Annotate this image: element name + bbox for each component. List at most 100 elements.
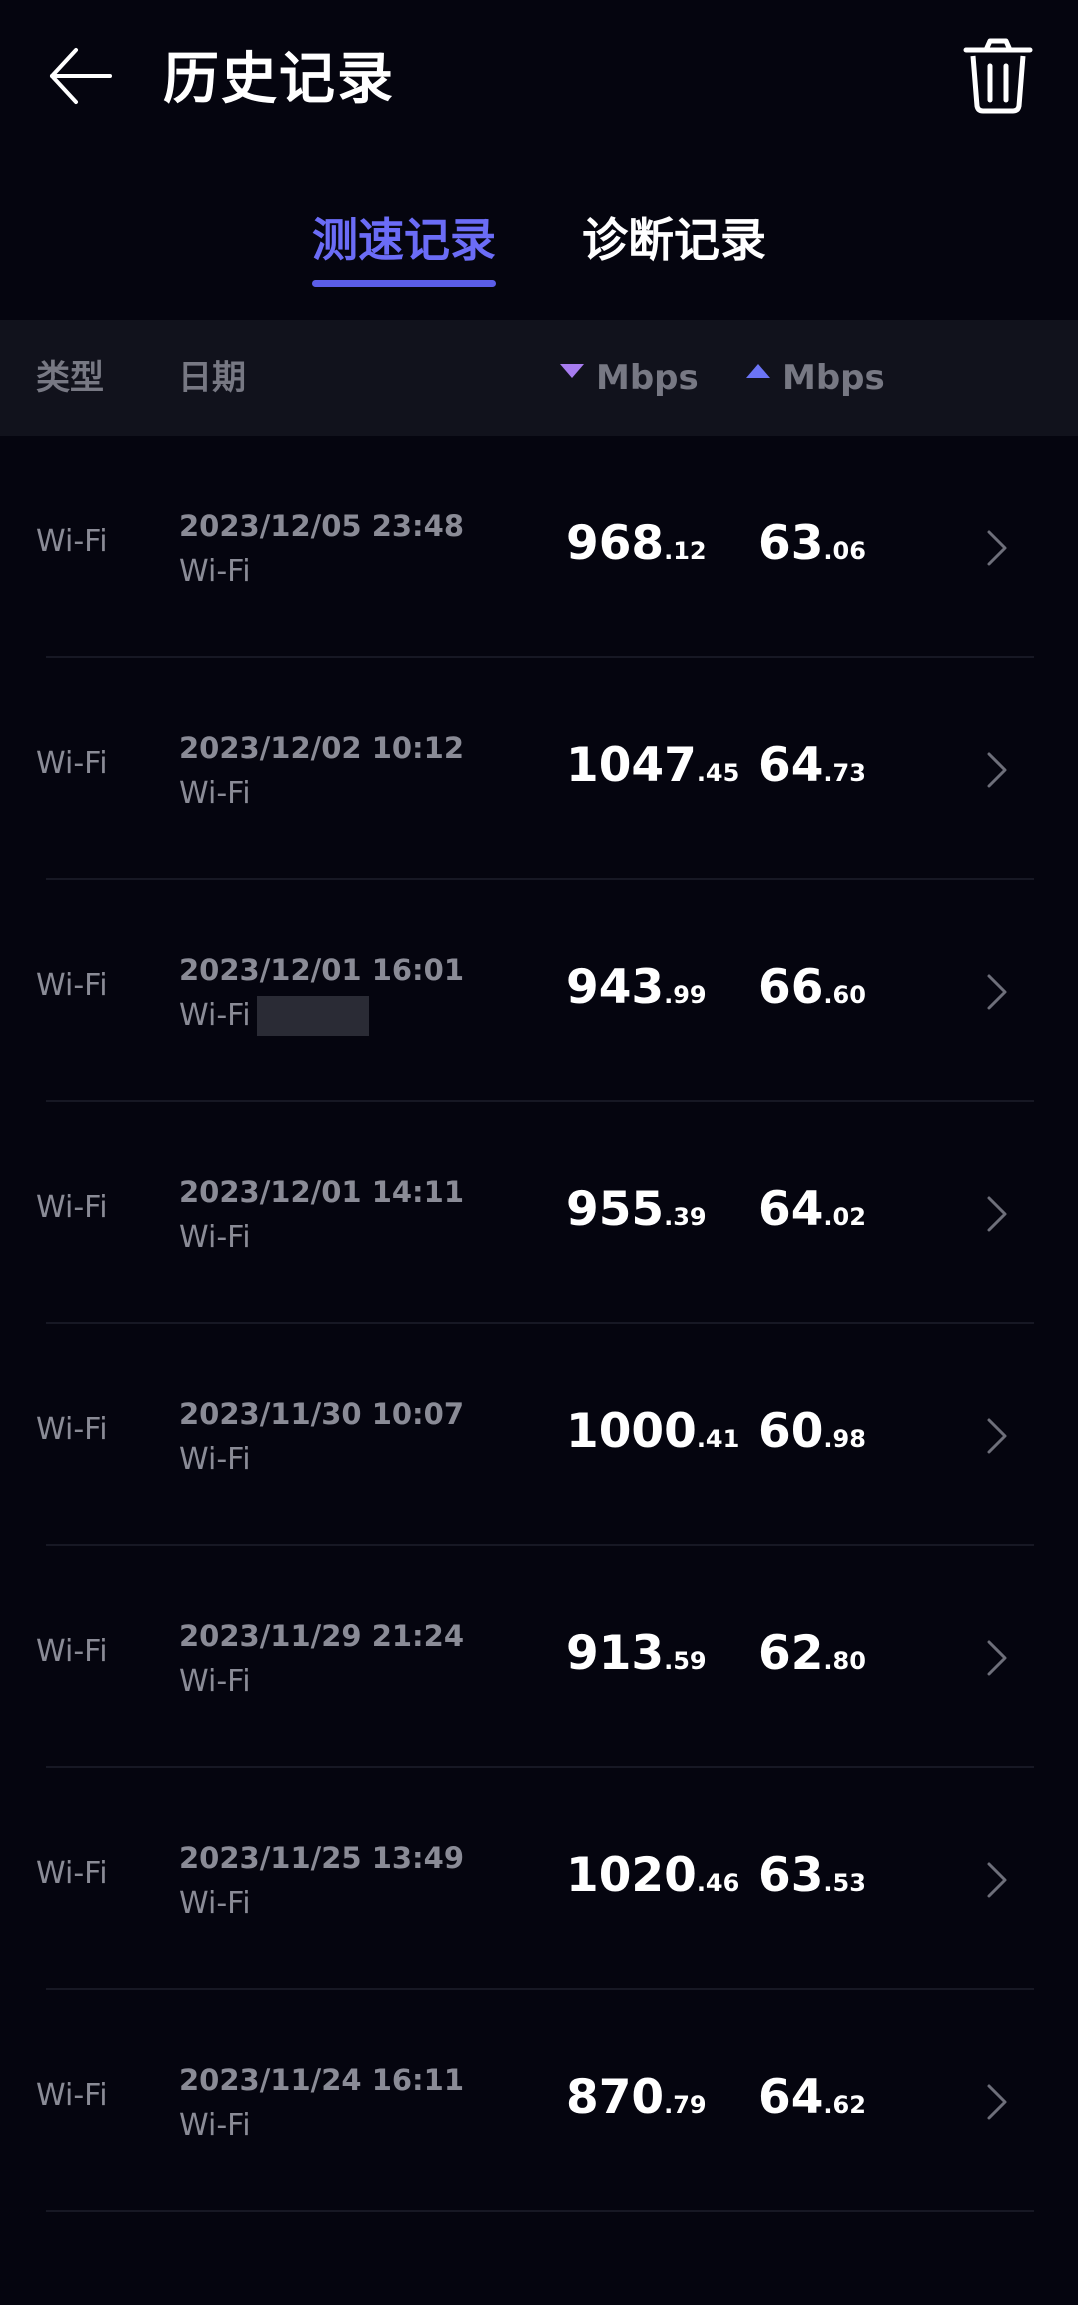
- record-date: 2023/12/02 10:12: [179, 731, 465, 765]
- history-page: 历史记录 测速记录 诊断记录 类型 日期 Mbps Mbps Wi-Fi 202…: [0, 0, 1078, 2305]
- record-date: 2023/11/30 10:07: [179, 1397, 465, 1431]
- record-network-label: Wi-Fi: [179, 1442, 251, 1477]
- download-speed: 955.39: [566, 1180, 707, 1250]
- upload-speed-decimal: .06: [823, 537, 866, 565]
- column-upload: Mbps: [746, 320, 885, 436]
- column-date-label: 日期: [178, 358, 246, 398]
- upload-speed-integer: 64: [758, 1182, 824, 1237]
- upload-speed: 64.73: [758, 736, 866, 806]
- record-row[interactable]: Wi-Fi 2023/12/02 10:12 Wi-Fi 1047.45 64.…: [0, 658, 1078, 880]
- upload-speed-integer: 63: [758, 516, 824, 571]
- delete-button[interactable]: [960, 36, 1036, 116]
- download-speed-decimal: .59: [664, 1647, 707, 1675]
- record-row[interactable]: Wi-Fi 2023/12/01 14:11 Wi-Fi 955.39 64.0…: [0, 1102, 1078, 1324]
- chevron-right-icon: [987, 1640, 1007, 1676]
- chevron-right-icon: [987, 974, 1007, 1010]
- record-row[interactable]: Wi-Fi 2023/11/29 21:24 Wi-Fi 913.59 62.8…: [0, 1546, 1078, 1768]
- record-type: Wi-Fi: [36, 1412, 108, 1447]
- download-speed: 1000.41: [566, 1402, 739, 1472]
- download-speed-integer: 955: [566, 1182, 665, 1237]
- download-speed-integer: 1020: [566, 1848, 697, 1903]
- upload-speed: 62.80: [758, 1624, 866, 1694]
- record-network: Wi-Fi: [179, 552, 251, 592]
- record-row[interactable]: Wi-Fi 2023/12/05 23:48 Wi-Fi 968.12 63.0…: [0, 436, 1078, 658]
- upload-speed-integer: 64: [758, 2070, 824, 2125]
- record-network: Wi-Fi: [179, 1884, 251, 1924]
- record-type: Wi-Fi: [36, 524, 108, 559]
- download-speed: 1047.45: [566, 736, 739, 806]
- record-network-label: Wi-Fi: [179, 1220, 251, 1255]
- record-network: Wi-Fi: [179, 996, 369, 1036]
- record-row[interactable]: Wi-Fi 2023/11/25 13:49 Wi-Fi 1020.46 63.…: [0, 1768, 1078, 1990]
- record-network: Wi-Fi: [179, 1218, 251, 1258]
- download-speed: 870.79: [566, 2068, 707, 2138]
- tab-diagnosis-records[interactable]: 诊断记录: [582, 200, 766, 280]
- upload-speed-decimal: .98: [823, 1425, 866, 1453]
- download-speed-integer: 870: [566, 2070, 665, 2125]
- download-speed-decimal: .46: [696, 1869, 740, 1897]
- upload-speed: 63.53: [758, 1846, 866, 1916]
- record-network: Wi-Fi: [179, 1440, 251, 1480]
- download-speed-decimal: .41: [696, 1425, 740, 1453]
- redacted-ssid: [256, 996, 369, 1036]
- upload-speed-integer: 63: [758, 1848, 824, 1903]
- record-type: Wi-Fi: [36, 1190, 108, 1225]
- column-header: 类型 日期 Mbps Mbps: [0, 320, 1078, 436]
- record-network-label: Wi-Fi: [179, 1664, 251, 1699]
- download-arrow-icon: [560, 364, 584, 378]
- download-speed-integer: 1000: [566, 1404, 697, 1459]
- record-network: Wi-Fi: [179, 2106, 251, 2146]
- record-network-label: Wi-Fi: [179, 776, 251, 811]
- upload-speed: 64.62: [758, 2068, 866, 2138]
- record-network-label: Wi-Fi: [179, 1886, 251, 1921]
- record-type: Wi-Fi: [36, 1856, 108, 1891]
- record-network-label: Wi-Fi: [179, 554, 251, 589]
- download-speed-integer: 1047: [566, 738, 697, 793]
- download-speed-decimal: .39: [664, 1203, 707, 1231]
- record-type: Wi-Fi: [36, 746, 108, 781]
- record-network: Wi-Fi: [179, 1662, 251, 1702]
- download-speed: 913.59: [566, 1624, 707, 1694]
- record-date: 2023/11/24 16:11: [179, 2063, 465, 2097]
- record-date: 2023/12/05 23:48: [179, 509, 465, 543]
- upload-speed-decimal: .73: [823, 759, 866, 787]
- tab-speed-records[interactable]: 测速记录: [312, 200, 496, 280]
- record-network-label: Wi-Fi: [179, 998, 251, 1033]
- back-button[interactable]: [44, 40, 120, 116]
- record-type: Wi-Fi: [36, 1634, 108, 1669]
- record-row[interactable]: Wi-Fi 2023/12/01 16:01 Wi-Fi 943.99 66.6…: [0, 880, 1078, 1102]
- record-type: Wi-Fi: [36, 2078, 108, 2113]
- download-speed-integer: 943: [566, 960, 665, 1015]
- record-type: Wi-Fi: [36, 968, 108, 1003]
- record-row[interactable]: Wi-Fi 2023/11/30 10:07 Wi-Fi 1000.41 60.…: [0, 1324, 1078, 1546]
- chevron-right-icon: [987, 2084, 1007, 2120]
- download-speed: 943.99: [566, 958, 707, 1028]
- trash-icon: [963, 38, 1033, 114]
- download-speed-decimal: .79: [664, 2091, 707, 2119]
- upload-speed: 63.06: [758, 514, 866, 584]
- row-divider: [46, 2210, 1034, 2212]
- record-row[interactable]: Wi-Fi 2023/11/24 16:11 Wi-Fi 870.79 64.6…: [0, 1990, 1078, 2212]
- page-title: 历史记录: [163, 47, 395, 112]
- tab-bar: 测速记录 诊断记录: [0, 200, 1078, 300]
- upload-speed-decimal: .80: [823, 1647, 866, 1675]
- upload-speed: 64.02: [758, 1180, 866, 1250]
- chevron-right-icon: [987, 1418, 1007, 1454]
- download-speed: 1020.46: [566, 1846, 739, 1916]
- upload-arrow-icon: [746, 364, 770, 378]
- upload-speed-decimal: .02: [823, 1203, 866, 1231]
- chevron-right-icon: [987, 752, 1007, 788]
- upload-speed-decimal: .53: [823, 1869, 866, 1897]
- download-speed-decimal: .12: [664, 537, 707, 565]
- download-speed: 968.12: [566, 514, 707, 584]
- record-date: 2023/12/01 16:01: [179, 953, 465, 987]
- upload-speed-decimal: .62: [823, 2091, 866, 2119]
- upload-unit-label: Mbps: [782, 358, 885, 398]
- upload-speed-decimal: .60: [823, 981, 866, 1009]
- record-date: 2023/11/29 21:24: [179, 1619, 465, 1653]
- record-network-label: Wi-Fi: [179, 2108, 251, 2143]
- upload-speed: 60.98: [758, 1402, 866, 1472]
- download-speed-integer: 913: [566, 1626, 665, 1681]
- arrow-left-icon: [50, 48, 112, 104]
- upload-speed-integer: 60: [758, 1404, 824, 1459]
